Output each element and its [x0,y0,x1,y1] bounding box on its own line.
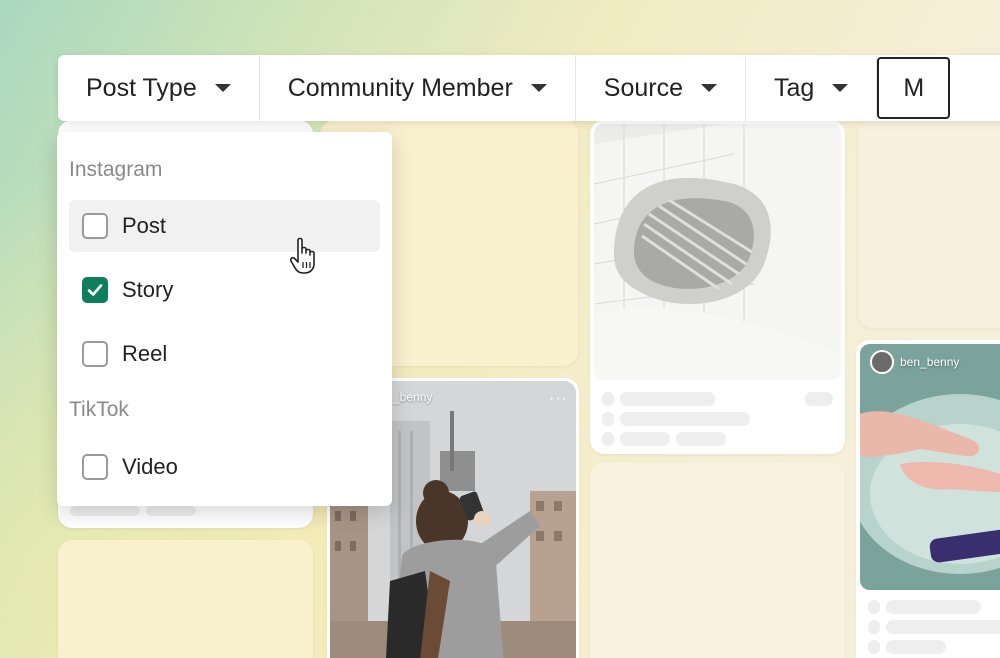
more-icon[interactable]: ··· [549,390,568,408]
filter-post-type[interactable]: Post Type [58,55,260,121]
post-card-placeholder[interactable] [58,540,313,658]
skeleton-line [146,506,196,516]
option-video[interactable]: Video [69,441,380,493]
skeleton-line [602,432,614,446]
filter-label: M [903,73,925,102]
filter-source[interactable]: Source [576,55,746,121]
skeleton-line [868,600,880,614]
checkmark-icon [87,284,103,296]
group-label-tiktok: TikTok [69,398,129,421]
checkbox[interactable] [82,454,108,480]
post-author[interactable]: ben_benny [870,350,959,374]
checkbox-checked[interactable] [82,277,108,303]
post-card-architecture[interactable] [590,120,845,454]
option-post[interactable]: Post [69,200,380,252]
skeleton-line [620,412,750,426]
hands-photo [860,344,1000,590]
post-author[interactable]: _benny [393,390,432,404]
skeleton-line [602,392,614,406]
skeleton-line [805,392,833,406]
filter-label: Post Type [86,73,197,102]
skeleton-line [886,600,981,614]
architecture-photo [594,124,841,380]
skeleton-line [886,620,1000,634]
post-card-placeholder[interactable] [590,462,845,658]
chevron-down-icon [530,84,547,92]
option-label: Post [122,213,167,238]
skeleton-line [602,412,614,426]
skeleton-line [620,392,715,406]
filter-bar: Post Type Community Member Source Tag M [58,55,1000,121]
option-reel[interactable]: Reel [69,328,380,380]
filter-label: Source [603,73,683,102]
skeleton-line [676,432,726,446]
skeleton-line [70,506,140,516]
checkbox[interactable] [82,341,108,367]
skeleton-line [868,620,880,634]
option-label: Video [122,454,178,479]
group-label-instagram: Instagram [69,158,163,181]
filter-label: Community Member [287,73,513,102]
chevron-down-icon [701,84,717,92]
filter-community-member[interactable]: Community Member [260,55,576,121]
checkbox[interactable] [82,213,108,239]
option-label: Story [122,277,174,302]
option-story[interactable]: Story [69,264,380,316]
filter-tag[interactable]: Tag [746,55,878,121]
post-card-placeholder[interactable] [858,120,1000,328]
skeleton-line [620,432,670,446]
skeleton-line [886,640,946,654]
avatar [870,350,894,374]
post-username[interactable]: ben_benny [900,355,959,369]
option-label: Reel [122,341,168,366]
chevron-down-icon [832,84,849,92]
filter-more[interactable]: M [877,57,951,119]
chevron-down-icon [214,84,231,92]
skeleton-line [868,640,880,654]
post-card-hands[interactable]: ben_benny [856,340,1000,658]
post-type-dropdown: Instagram Post Story Reel TikTok Video [57,132,392,506]
filter-label: Tag [774,73,815,102]
post-username[interactable]: _benny [393,390,432,404]
